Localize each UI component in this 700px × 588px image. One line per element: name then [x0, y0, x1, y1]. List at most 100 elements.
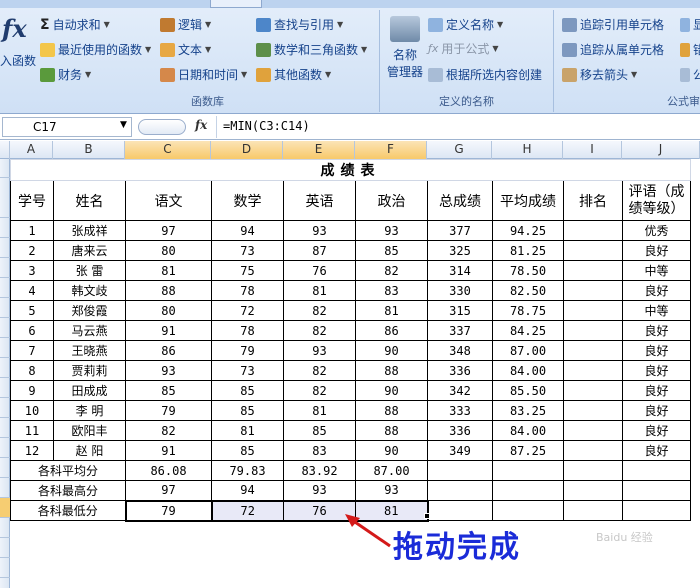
table-cell[interactable]: 72 [211, 300, 284, 321]
table-cell[interactable]: 90 [355, 380, 428, 401]
empty-cell[interactable] [427, 500, 493, 521]
row-header[interactable] [0, 458, 10, 478]
table-cell[interactable] [563, 400, 623, 421]
summary-value-cell[interactable]: 93 [283, 480, 356, 501]
table-cell[interactable]: 86 [125, 340, 212, 361]
row-header[interactable] [0, 278, 10, 298]
row-header[interactable] [0, 538, 10, 558]
table-cell[interactable]: 贾莉莉 [53, 360, 126, 381]
empty-cell[interactable] [622, 500, 691, 521]
empty-cell[interactable] [427, 460, 493, 481]
table-cell[interactable]: 82 [125, 420, 212, 441]
table-cell[interactable]: 1 [10, 220, 54, 241]
column-header-d[interactable]: D [211, 141, 283, 159]
table-cell[interactable]: 良好 [622, 420, 691, 441]
table-cell[interactable]: 82 [355, 260, 428, 281]
table-cell[interactable] [563, 300, 623, 321]
formula-input[interactable]: =MIN(C3:C14) [216, 116, 698, 138]
table-cell[interactable]: 79 [211, 340, 284, 361]
row-header[interactable] [0, 178, 10, 218]
table-cell[interactable]: 良好 [622, 340, 691, 361]
summary-value-cell[interactable]: 72 [211, 499, 284, 522]
table-cell[interactable]: 78 [211, 280, 284, 301]
empty-cell[interactable] [427, 480, 493, 501]
name-box[interactable]: C17 [2, 117, 132, 137]
error-checking-button[interactable]: 错 [680, 41, 700, 58]
header-cell[interactable]: 数学 [211, 180, 284, 221]
name-manager-button[interactable]: 名称 管理器 [386, 14, 424, 84]
table-cell[interactable] [563, 320, 623, 341]
table-cell[interactable]: 85 [355, 240, 428, 261]
table-cell[interactable]: 81 [125, 260, 212, 281]
empty-cell[interactable] [622, 480, 691, 501]
header-cell[interactable]: 英语 [283, 180, 356, 221]
table-cell[interactable]: 良好 [622, 440, 691, 461]
column-header-h[interactable]: H [492, 141, 563, 159]
datetime-button[interactable]: 日期和时间 ▼ [160, 66, 247, 83]
empty-cell[interactable] [492, 500, 564, 521]
table-cell[interactable]: 88 [125, 280, 212, 301]
table-cell[interactable]: 唐来云 [53, 240, 126, 261]
table-cell[interactable]: 348 [427, 340, 493, 361]
table-cell[interactable] [563, 260, 623, 281]
table-cell[interactable]: 93 [283, 340, 356, 361]
lookup-button[interactable]: 查找与引用 ▼ [256, 16, 343, 33]
table-cell[interactable]: 80 [125, 300, 212, 321]
table-cell[interactable]: 325 [427, 240, 493, 261]
table-cell[interactable]: 90 [355, 440, 428, 461]
table-cell[interactable]: 2 [10, 240, 54, 261]
table-cell[interactable]: 93 [125, 360, 212, 381]
table-cell[interactable]: 良好 [622, 320, 691, 341]
trace-dependents-button[interactable]: 追踪从属单元格 [562, 41, 664, 58]
table-cell[interactable]: 81 [355, 300, 428, 321]
table-cell[interactable]: 张 雷 [53, 260, 126, 281]
financial-button[interactable]: 财务 ▼ [40, 66, 91, 83]
table-cell[interactable]: 良好 [622, 240, 691, 261]
table-cell[interactable]: 优秀 [622, 220, 691, 241]
table-cell[interactable]: 83 [355, 280, 428, 301]
summary-value-cell[interactable]: 81 [355, 499, 429, 522]
table-cell[interactable]: 377 [427, 220, 493, 241]
summary-label[interactable]: 各科最高分 [10, 480, 126, 501]
table-cell[interactable]: 王晓燕 [53, 340, 126, 361]
math-button[interactable]: 数学和三角函数 ▼ [256, 41, 367, 58]
table-cell[interactable]: 80 [125, 240, 212, 261]
table-cell[interactable]: 良好 [622, 380, 691, 401]
use-in-formula-button[interactable]: ƒx 用于公式 ▼ [428, 40, 499, 57]
table-cell[interactable]: 良好 [622, 360, 691, 381]
table-cell[interactable]: 88 [355, 360, 428, 381]
table-cell[interactable]: 349 [427, 440, 493, 461]
summary-value-cell[interactable]: 93 [355, 480, 428, 501]
table-cell[interactable]: 82 [283, 300, 356, 321]
summary-value-cell[interactable]: 94 [211, 480, 284, 501]
table-cell[interactable] [563, 340, 623, 361]
row-header[interactable] [0, 558, 10, 578]
table-cell[interactable]: 333 [427, 400, 493, 421]
table-cell[interactable]: 88 [355, 400, 428, 421]
table-cell[interactable]: 79 [125, 400, 212, 421]
table-cell[interactable]: 73 [211, 360, 284, 381]
table-cell[interactable]: 82.50 [492, 280, 564, 301]
table-cell[interactable]: 75 [211, 260, 284, 281]
header-cell[interactable]: 语文 [125, 180, 212, 221]
table-cell[interactable]: 良好 [622, 400, 691, 421]
table-cell[interactable]: 342 [427, 380, 493, 401]
summary-value-cell[interactable]: 79 [124, 499, 213, 522]
column-header-c[interactable]: C [125, 141, 211, 159]
create-from-selection-button[interactable]: 根据所选内容创建 [428, 66, 542, 83]
column-header-f[interactable]: F [355, 141, 427, 159]
column-header-i[interactable]: I [563, 141, 622, 159]
formula-bar-divider-handle[interactable] [138, 119, 186, 135]
table-cell[interactable]: 3 [10, 260, 54, 281]
row-header[interactable] [0, 338, 10, 358]
column-header-g[interactable]: G [427, 141, 492, 159]
show-formulas-button[interactable]: 显 [680, 16, 700, 33]
table-cell[interactable]: 315 [427, 300, 493, 321]
summary-value-cell[interactable]: 79.83 [211, 460, 284, 481]
row-header[interactable] [0, 518, 10, 538]
table-cell[interactable]: 81.25 [492, 240, 564, 261]
row-header[interactable] [0, 218, 10, 238]
row-header[interactable] [0, 438, 10, 458]
table-cell[interactable]: 张成祥 [53, 220, 126, 241]
table-cell[interactable]: 83 [283, 440, 356, 461]
